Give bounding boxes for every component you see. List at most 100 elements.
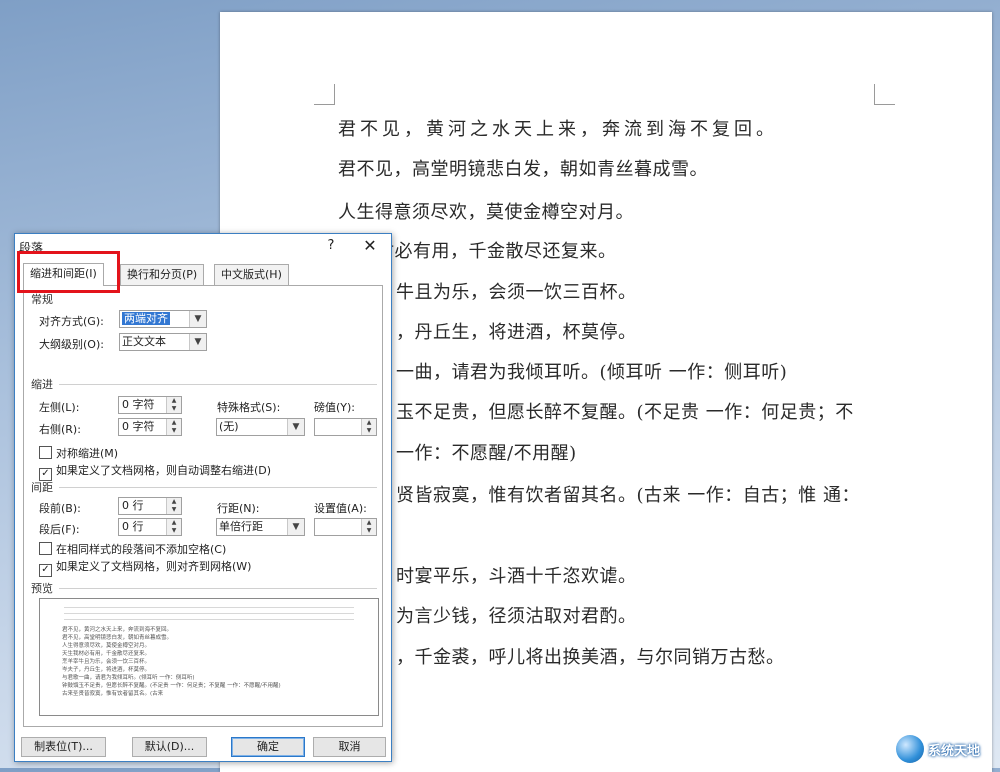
document-line: 玉不足贵，但愿长醉不复醒。(不足贵 一作：何足贵；不 <box>396 402 854 423</box>
mirror-indent-label: 对称缩进(M) <box>56 447 119 460</box>
document-line: 一曲，请君为我倾耳听。(倾耳听 一作：侧耳听) <box>396 362 788 383</box>
general-section-header: 常规 <box>31 293 53 306</box>
section-divider <box>59 384 377 385</box>
help-button[interactable]: ? <box>321 236 341 256</box>
checkbox-box[interactable] <box>39 542 52 555</box>
spin-up-icon[interactable]: ▲ <box>167 498 181 506</box>
spin-up-icon[interactable]: ▲ <box>167 397 181 405</box>
spacing-at-spinner[interactable]: ▲ ▼ <box>314 518 377 536</box>
no-space-same-style-checkbox[interactable]: 在相同样式的段落间不添加空格(C) <box>39 541 226 557</box>
indent-by-spinner[interactable]: ▲ ▼ <box>314 418 377 436</box>
alignment-select[interactable]: 两端对齐 ▼ <box>119 310 207 328</box>
spin-down-icon[interactable]: ▼ <box>362 527 376 535</box>
snap-to-grid-label: 如果定义了文档网格，则对齐到网格(W) <box>56 560 252 573</box>
spin-down-icon[interactable]: ▼ <box>167 405 181 413</box>
space-before-label: 段前(B): <box>39 502 81 515</box>
margin-corner-mark <box>874 84 895 105</box>
spin-down-icon[interactable]: ▼ <box>167 527 181 535</box>
space-after-spinner[interactable]: 0 行 ▲ ▼ <box>118 518 182 536</box>
special-indent-value: (无) <box>219 420 239 433</box>
document-line: ，丹丘生，将进酒，杯莫停。 <box>396 322 637 343</box>
globe-logo-icon <box>896 735 924 763</box>
chevron-down-icon: ▼ <box>287 519 304 535</box>
line-spacing-value: 单倍行距 <box>219 520 263 533</box>
document-line: 时宴平乐，斗酒十千恣欢谑。 <box>396 566 637 587</box>
spin-up-icon[interactable]: ▲ <box>362 519 376 527</box>
indent-section-header: 缩进 <box>31 378 53 391</box>
space-after-label: 段后(F): <box>39 523 80 536</box>
checkmark-icon[interactable]: ✓ <box>39 564 52 577</box>
auto-adjust-indent-checkbox[interactable]: ✓ 如果定义了文档网格，则自动调整右缩进(D) <box>39 462 271 481</box>
paragraph-preview: 君不见，黄河之水天上来，奔流到海不复回。 君不见，高堂明镜悲白发，朝如青丝暮成雪… <box>39 598 379 716</box>
chevron-down-icon: ▼ <box>287 419 304 435</box>
indent-right-label: 右侧(R): <box>39 423 81 436</box>
paragraph-dialog: 段落 ? ✕ 缩进和间距(I) 换行和分页(P) 中文版式(H) 常规 对齐方式… <box>14 233 392 762</box>
auto-adjust-indent-label: 如果定义了文档网格，则自动调整右缩进(D) <box>56 464 272 477</box>
indent-by-label: 磅值(Y): <box>314 401 356 414</box>
document-line: ，千金裘，呼儿将出换美酒，与尔同销万古愁。 <box>396 647 785 668</box>
alignment-label: 对齐方式(G): <box>39 315 104 328</box>
space-before-spinner[interactable]: 0 行 ▲ ▼ <box>118 497 182 515</box>
preview-line: 君不见，高堂明镜悲白发，朝如青丝暮成雪。 <box>62 635 173 641</box>
tab-asian-typography[interactable]: 中文版式(H) <box>214 264 289 286</box>
spin-up-icon[interactable]: ▲ <box>362 419 376 427</box>
cancel-button[interactable]: 取消 <box>313 737 386 757</box>
site-watermark: 系统天地 <box>896 733 996 765</box>
tab-line-page-breaks[interactable]: 换行和分页(P) <box>120 264 205 286</box>
indent-left-label: 左侧(L): <box>39 401 80 414</box>
line-spacing-label: 行距(N): <box>217 502 260 515</box>
preview-previous-paragraph <box>64 607 354 608</box>
spin-down-icon[interactable]: ▼ <box>362 427 376 435</box>
outline-level-label: 大纲级别(O): <box>39 338 104 351</box>
close-button[interactable]: ✕ <box>359 236 381 256</box>
tab-highlight-annotation <box>17 251 120 293</box>
preview-line: 烹羊宰牛且为乐，会须一饮三百杯。 <box>62 659 151 665</box>
spacing-at-label: 设置值(A): <box>314 502 367 515</box>
checkbox-box[interactable] <box>39 446 52 459</box>
preview-line: 钟鼓馔玉不足贵，但愿长醉不复醒。(不足贵 一作：何足贵；不复醒 一作：不愿醒/不… <box>62 683 281 689</box>
snap-to-grid-checkbox[interactable]: ✓ 如果定义了文档网格，则对齐到网格(W) <box>39 558 251 577</box>
mirror-indent-checkbox[interactable]: 对称缩进(M) <box>39 445 118 461</box>
spin-down-icon[interactable]: ▼ <box>167 506 181 514</box>
preview-line: 古来圣贤皆寂寞，惟有饮者留其名。(古来 <box>62 691 164 697</box>
document-line: 为言少钱，径须沽取对君酌。 <box>396 606 637 627</box>
preview-line: 天生我材必有用，千金散尽还复来。 <box>62 651 151 657</box>
chevron-down-icon: ▼ <box>189 334 206 350</box>
preview-line: 岑夫子，丹丘生，将进酒，杯莫停。 <box>62 667 151 673</box>
preview-previous-paragraph <box>64 619 354 620</box>
special-indent-label: 特殊格式(S): <box>217 401 281 414</box>
margin-corner-mark <box>314 84 335 105</box>
spin-up-icon[interactable]: ▲ <box>167 419 181 427</box>
spacing-section-header: 间距 <box>31 481 53 494</box>
preview-section-header: 预览 <box>31 582 53 595</box>
preview-line: 与君歌一曲，请君为我倾耳听。(倾耳听 一作：侧耳听) <box>62 675 195 681</box>
document-line: 贤皆寂寞，惟有饮者留其名。(古来 一作：自古；惟 通： <box>396 485 860 506</box>
outline-level-select[interactable]: 正文文本 ▼ <box>119 333 207 351</box>
document-line: 君不见，高堂明镜悲白发，朝如青丝暮成雪。 <box>338 159 708 180</box>
no-space-same-style-label: 在相同样式的段落间不添加空格(C) <box>56 543 227 556</box>
section-divider <box>59 588 377 589</box>
document-line: 一作：不愿醒/不用醒) <box>396 443 577 464</box>
outline-level-value: 正文文本 <box>122 335 166 348</box>
indent-left-value: 0 字符 <box>122 398 155 411</box>
preview-line: 人生得意须尽欢，莫使金樽空对月。 <box>62 643 151 649</box>
spin-up-icon[interactable]: ▲ <box>167 519 181 527</box>
alignment-value: 两端对齐 <box>122 312 170 325</box>
document-line: 君不见，黄河之水天上来，奔流到海不复回。 <box>338 119 778 140</box>
line-spacing-select[interactable]: 单倍行距 ▼ <box>216 518 305 536</box>
document-line: 材必有用，千金散尽还复来。 <box>376 241 617 262</box>
tabs-button[interactable]: 制表位(T)... <box>21 737 106 757</box>
preview-line: 君不见，黄河之水天上来，奔流到海不复回。 <box>62 627 173 633</box>
indent-right-spinner[interactable]: 0 字符 ▲ ▼ <box>118 418 182 436</box>
document-line: 人生得意须尽欢，莫使金樽空对月。 <box>338 202 634 223</box>
watermark-text: 系统天地 <box>928 744 981 759</box>
ok-button[interactable]: 确定 <box>231 737 305 757</box>
chevron-down-icon: ▼ <box>189 311 206 327</box>
indent-right-value: 0 字符 <box>122 420 155 433</box>
special-indent-select[interactable]: (无) ▼ <box>216 418 305 436</box>
set-default-button[interactable]: 默认(D)... <box>132 737 207 757</box>
spin-down-icon[interactable]: ▼ <box>167 427 181 435</box>
indent-left-spinner[interactable]: 0 字符 ▲ ▼ <box>118 396 182 414</box>
section-divider <box>59 487 377 488</box>
preview-previous-paragraph <box>64 613 354 614</box>
